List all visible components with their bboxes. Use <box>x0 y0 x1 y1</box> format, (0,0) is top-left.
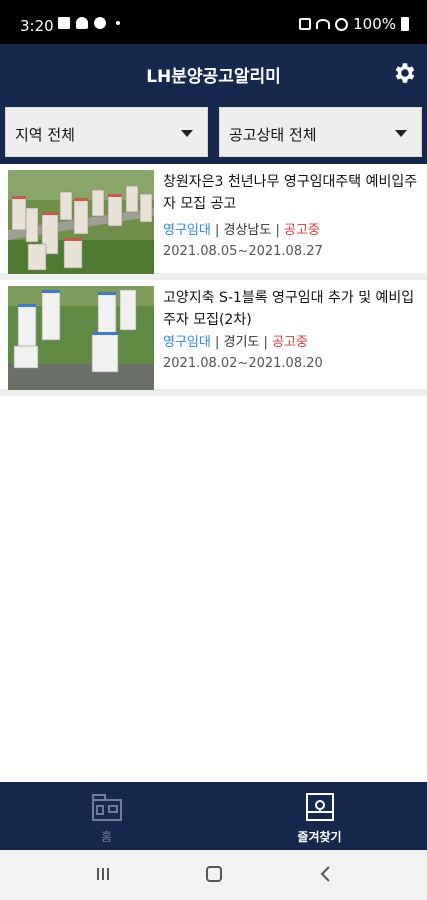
listing-title: 창원자은3 천년나무 영구임대주택 예비입주자 모집 공고 <box>163 174 418 212</box>
listing-thumbnail <box>8 286 154 390</box>
app-title: LH분양공고알리미 <box>146 67 281 87</box>
nav-home-tab[interactable]: 홈 <box>0 782 213 850</box>
recents-icon[interactable] <box>95 866 111 882</box>
status-bar: 3:20 100% <box>0 0 427 44</box>
battery-icon <box>401 17 409 31</box>
status-time: 3:20 <box>20 17 54 35</box>
favorites-icon <box>306 793 334 821</box>
notification-icons <box>58 17 120 29</box>
wifi-icon <box>316 19 331 29</box>
system-status: 100% <box>299 15 409 33</box>
more-notifications-icon <box>116 21 120 25</box>
mute-icon <box>299 18 312 30</box>
cloud-notification-icon <box>76 17 88 29</box>
caret-down-icon <box>181 130 193 137</box>
image-notification-icon <box>58 17 70 29</box>
back-icon[interactable] <box>319 866 331 882</box>
nav-favorites-label: 즐겨찾기 <box>297 830 342 844</box>
battery-percent: 100% <box>353 15 396 33</box>
system-nav-bar <box>0 850 427 900</box>
listing-type: 영구임대 <box>163 335 211 350</box>
listing-meta: 영구임대 | 경상남도 | 공고중 <box>163 219 320 238</box>
listing-title: 고양지축 S-1블록 영구임대 추가 및 예비입주자 모집(2차) <box>163 290 415 328</box>
listing-region: 경기도 <box>223 335 260 350</box>
settings-icon[interactable] <box>391 60 417 86</box>
listing-card[interactable]: 창원자은3 천년나무 영구임대주택 예비입주자 모집 공고 영구임대 | 경상남… <box>0 164 427 280</box>
meta-separator: | <box>263 335 268 350</box>
home-icon <box>92 794 122 821</box>
listing-type: 영구임대 <box>163 223 211 238</box>
status-filter-dropdown[interactable]: 공고상태 전체 <box>219 107 422 157</box>
region-filter-label: 지역 전체 <box>15 126 75 144</box>
app-bar: LH분양공고알리미 <box>0 44 427 102</box>
listing-meta: 영구임대 | 경기도 | 공고중 <box>163 331 308 350</box>
bottom-nav: 홈 즐겨찾기 <box>0 782 427 850</box>
filter-bar: 지역 전체 공고상태 전체 <box>0 102 427 164</box>
caret-down-icon <box>395 130 407 137</box>
meta-separator: | <box>214 335 220 350</box>
listing-period: 2021.08.05~2021.08.27 <box>163 244 323 259</box>
listing-card[interactable]: 고양지축 S-1블록 영구임대 추가 및 예비입주자 모집(2차) 영구임대 |… <box>0 280 427 396</box>
meta-separator: | <box>275 223 280 238</box>
listing-state: 공고중 <box>272 335 308 350</box>
status-filter-label: 공고상태 전체 <box>229 126 317 144</box>
listing-region: 경상남도 <box>223 223 272 238</box>
meta-separator: | <box>214 223 220 238</box>
nav-favorites-tab[interactable]: 즐겨찾기 <box>213 782 426 850</box>
account-notification-icon <box>94 17 106 29</box>
listing-state: 공고중 <box>284 223 320 238</box>
region-filter-dropdown[interactable]: 지역 전체 <box>5 107 208 157</box>
nav-home-label: 홈 <box>100 830 113 844</box>
system-home-icon[interactable] <box>206 866 222 882</box>
listing-thumbnail <box>8 170 154 274</box>
do-not-disturb-icon <box>335 17 349 31</box>
listing-period: 2021.08.02~2021.08.20 <box>163 356 323 371</box>
listing-list: 창원자은3 천년나무 영구임대주택 예비입주자 모집 공고 영구임대 | 경상남… <box>0 164 427 396</box>
